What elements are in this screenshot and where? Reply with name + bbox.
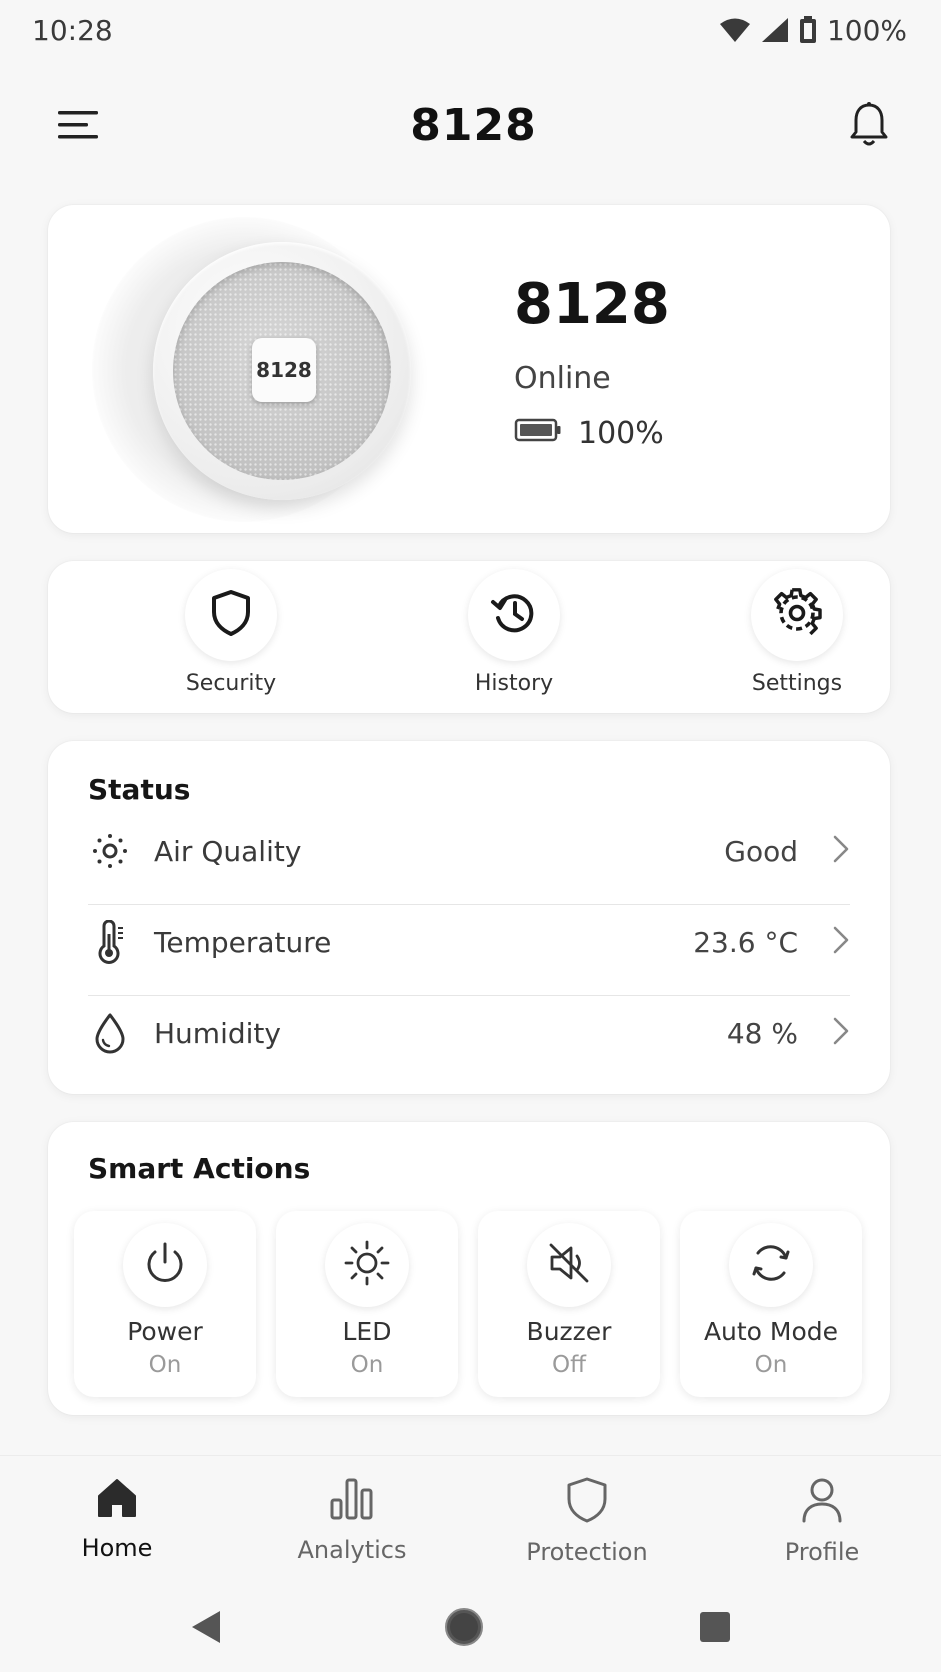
clock: 10:28: [32, 13, 113, 47]
device-badge: 8128: [252, 338, 316, 402]
nav-label: Protection: [526, 1538, 648, 1566]
settings-button[interactable]: Settings: [722, 569, 872, 709]
history-icon: [489, 588, 539, 642]
bottom-nav: Home Analytics Protection Profile: [0, 1455, 941, 1575]
air-quality-icon: [88, 829, 132, 873]
power-icon: [142, 1240, 188, 1290]
status-value: Good: [724, 834, 798, 868]
status-value: 48 %: [726, 1016, 798, 1050]
nav-label: Profile: [784, 1538, 860, 1566]
smart-actions-card: Smart Actions Power On LED On Buzzer Off…: [48, 1122, 890, 1415]
status-row-air-quality[interactable]: Air Quality Good: [88, 806, 850, 896]
battery-icon: [514, 416, 562, 451]
power-tile[interactable]: Power On: [74, 1211, 256, 1397]
chevron-right-icon: [832, 1016, 850, 1050]
device-grille: 8128: [173, 262, 391, 480]
status-label: Humidity: [154, 1016, 281, 1050]
tile-name: Buzzer: [526, 1317, 612, 1346]
nav-analytics[interactable]: Analytics: [267, 1476, 437, 1576]
led-tile[interactable]: LED On: [276, 1211, 458, 1397]
battery-percent: 100%: [826, 13, 907, 47]
recents-icon[interactable]: [690, 1602, 740, 1652]
refresh-icon: [748, 1240, 794, 1290]
shield-icon: [208, 588, 254, 642]
device-name: 8128: [514, 272, 670, 337]
security-button[interactable]: Security: [156, 569, 306, 709]
bell-icon[interactable]: [841, 97, 897, 153]
status-bar: 10:28 100%: [0, 0, 941, 60]
sun-icon: [343, 1239, 391, 1291]
tile-circle: [729, 1223, 813, 1307]
cellular-signal-icon: [761, 17, 789, 43]
chevron-right-icon: [832, 834, 850, 868]
back-icon[interactable]: [181, 1602, 231, 1652]
tile-circle: [123, 1223, 207, 1307]
tile-state: On: [754, 1352, 788, 1378]
page-title: 8128: [410, 99, 537, 151]
history-button[interactable]: History: [439, 569, 589, 709]
status-row-temperature[interactable]: Temperature 23.6 °C: [88, 897, 850, 987]
shield-icon: [564, 1476, 610, 1528]
tile-circle: [325, 1223, 409, 1307]
nav-label: Home: [81, 1534, 153, 1562]
tile-state: Off: [552, 1352, 586, 1378]
qa-circle: [185, 569, 277, 661]
status-icons: 100%: [719, 14, 907, 47]
home-icon: [95, 1476, 139, 1524]
status-title: Status: [88, 773, 191, 806]
security-label: Security: [185, 671, 277, 696]
quick-actions-card: Security History Settings: [48, 561, 890, 713]
speaker-muted-icon: [546, 1240, 592, 1290]
tile-circle: [527, 1223, 611, 1307]
settings-label: Settings: [751, 671, 843, 696]
home-circle-icon[interactable]: [439, 1602, 489, 1652]
buzzer-tile[interactable]: Buzzer Off: [478, 1211, 660, 1397]
device-info: 8128 Online 100%: [514, 272, 670, 452]
qa-circle: [751, 569, 843, 661]
device-card[interactable]: 8128 8128 Online 100%: [48, 205, 890, 533]
tile-name: Auto Mode: [703, 1317, 839, 1346]
bar-chart-icon: [328, 1476, 376, 1526]
device-battery-value: 100%: [578, 416, 664, 451]
status-label: Temperature: [154, 925, 332, 959]
tile-state: On: [350, 1352, 384, 1378]
tile-name: LED: [342, 1317, 392, 1346]
droplet-icon: [88, 1011, 132, 1055]
status-value: 23.6 °C: [693, 925, 798, 959]
tile-name: Power: [127, 1317, 203, 1346]
nav-protection[interactable]: Protection: [502, 1476, 672, 1576]
battery-status-icon: [799, 16, 817, 44]
smart-actions-title: Smart Actions: [88, 1152, 311, 1185]
user-icon: [799, 1476, 845, 1528]
gear-icon: [772, 588, 822, 642]
thermometer-icon: [88, 920, 132, 964]
qa-circle: [468, 569, 560, 661]
device-battery: 100%: [514, 416, 670, 451]
menu-icon[interactable]: [50, 97, 106, 153]
status-label: Air Quality: [154, 834, 302, 868]
chevron-right-icon: [832, 925, 850, 959]
auto-mode-tile[interactable]: Auto Mode On: [680, 1211, 862, 1397]
device-status: Online: [514, 361, 611, 396]
status-row-humidity[interactable]: Humidity 48 %: [88, 988, 850, 1078]
history-label: History: [474, 671, 554, 696]
device-image: 8128: [153, 242, 411, 500]
app-bar: 8128: [0, 80, 941, 170]
wifi-icon: [719, 17, 751, 43]
nav-label: Analytics: [297, 1536, 407, 1564]
nav-home[interactable]: Home: [32, 1476, 202, 1576]
system-nav-bar: [0, 1580, 941, 1672]
nav-profile[interactable]: Profile: [737, 1476, 907, 1576]
tile-state: On: [148, 1352, 182, 1378]
status-card: Status Air Quality Good Temperature 23.6…: [48, 741, 890, 1094]
